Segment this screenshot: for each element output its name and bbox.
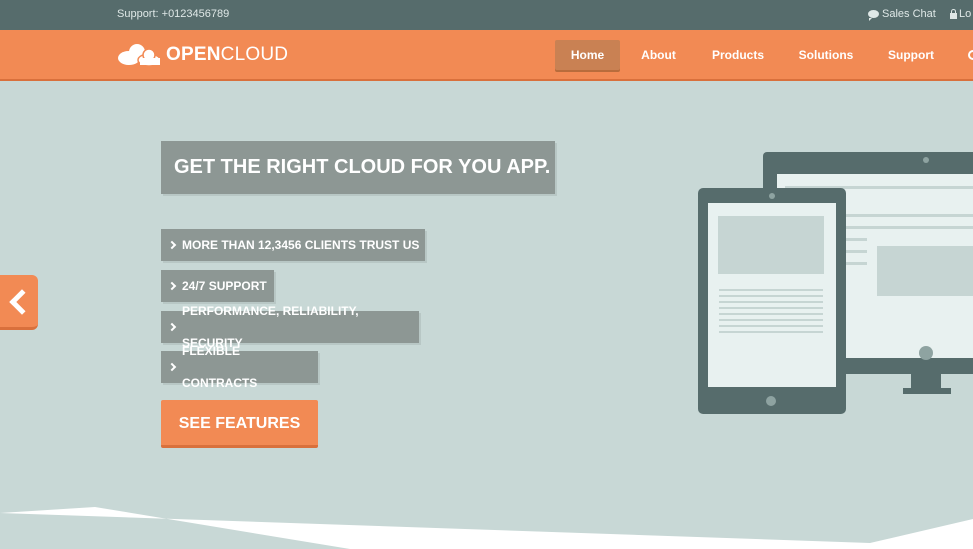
nav-solutions[interactable]: Solutions [790,40,862,70]
tablet-home-button [766,396,776,406]
tablet-image-block [718,216,824,274]
nav-about[interactable]: About [632,40,685,70]
tablet-text-line [719,319,823,321]
feature-label: MORE THAN 12,3456 CLIENTS TRUST US [182,238,420,252]
screen-line [845,226,973,229]
slider-prev-button[interactable] [0,275,38,330]
nav-products[interactable]: Products [703,40,773,70]
tablet-text-line [719,331,823,333]
tablet-text-line [719,325,823,327]
search-icon[interactable] [968,50,973,60]
screen-line [845,250,867,253]
login-label: Lo [959,8,972,20]
tablet-screen [708,203,836,387]
feature-label: FLEXIBLE CONTRACTS [181,344,258,390]
screen-block [877,246,973,296]
cloud-icon [118,44,161,67]
hero-headline: GET THE RIGHT CLOUD FOR YOU APP. [161,141,555,194]
tablet-text-line [719,307,823,309]
main-navbar: OPENCLOUD Home About Products Solutions … [0,30,973,81]
screen-line [845,238,867,241]
support-phone: Support: +0123456789 [117,8,230,20]
nav-home[interactable]: Home [555,40,620,70]
site-logo[interactable]: OPENCLOUD [116,43,288,67]
chevron-right-icon [167,240,177,250]
tablet-text-line [719,289,823,291]
tablet-text-line [719,301,823,303]
screen-line [845,262,867,265]
monitor-base [903,388,951,394]
feature-item: MORE THAN 12,3456 CLIENTS TRUST US [161,229,425,261]
chevron-right-icon [167,322,177,332]
tablet-illustration [698,188,846,414]
tablet-text-line [719,313,823,315]
tablet-text-line [719,295,823,297]
chevron-right-icon [167,281,177,291]
section-divider [0,507,973,549]
screen-line [845,214,973,217]
logo-text: OPENCLOUD [166,44,288,66]
lock-icon [950,8,957,19]
logo-text-open: OPEN [166,44,221,65]
monitor-camera [923,157,929,163]
nav-support[interactable]: Support [880,40,942,70]
monitor-power-button [919,346,933,360]
chevron-right-icon [167,362,177,372]
feature-item: FLEXIBLE CONTRACTS [161,344,318,390]
sales-chat-link[interactable]: Sales Chat [868,8,936,21]
monitor-stand [911,374,941,388]
login-link[interactable]: Lo [950,8,971,20]
tablet-camera [769,193,775,199]
logo-text-cloud: CLOUD [220,44,289,65]
chat-bubble-icon [868,10,879,21]
sales-chat-label: Sales Chat [882,8,936,20]
top-bar: Support: +0123456789 Sales Chat Lo [0,0,973,30]
see-features-button[interactable]: SEE FEATURES [161,400,318,448]
